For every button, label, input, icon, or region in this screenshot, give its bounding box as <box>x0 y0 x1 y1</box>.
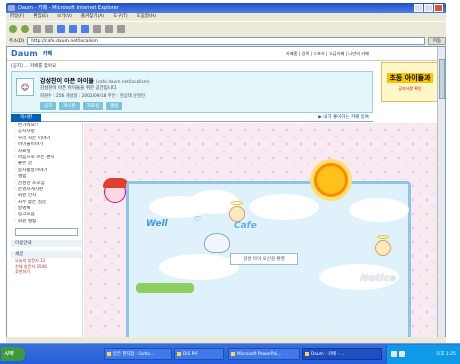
cafe-notice[interactable]: [공지] ... 카페를 찾아요 <box>11 63 341 70</box>
scrollbar-thumb[interactable] <box>439 59 445 99</box>
sun-character-image <box>314 163 348 197</box>
cafe-name: 감성찬이 아픈 아이들 <box>40 78 94 85</box>
daum-logo[interactable]: Daum <box>11 49 38 58</box>
angel-character-image <box>375 240 391 256</box>
network-icon[interactable] <box>391 351 397 357</box>
logo-well: Well <box>146 219 168 229</box>
web-page: Daum 카페 카페홈 | 검색 | 스포츠 | 고급카페 | 나만의 카페 [… <box>6 46 446 343</box>
sidebar-search-input[interactable] <box>15 228 78 237</box>
cafe-title[interactable]: 감성찬이 아픈 아이들 (cafe.daum.net/localism) <box>40 76 150 85</box>
angel-character-image <box>229 206 245 222</box>
cloud-image <box>349 198 409 222</box>
favorite-register-link[interactable]: ▶ 내가 좋아하는 카페 등록 <box>318 114 369 122</box>
board-menu-line: 게시판 ▶ 내가 좋아하는 카페 등록 <box>11 114 373 122</box>
sidebar-section-guide: 이용안내 <box>11 240 82 248</box>
favorites-icon[interactable] <box>81 24 89 33</box>
banner-line2: 공지사항 확인 <box>398 85 422 91</box>
menu-help[interactable]: 도움말(H) <box>137 13 156 21</box>
address-bar: 주소(D) http://cafe.daum.net/localism 이동 <box>6 35 446 46</box>
menu-favorites[interactable]: 즐겨찾기(A) <box>81 13 104 21</box>
taskbar-item[interactable]: Microsoft PowerPoi... <box>228 348 300 360</box>
system-tray: 오후 1:25 <box>386 345 460 364</box>
heart-icon: ♡ <box>194 215 202 224</box>
home-icon[interactable] <box>57 24 65 33</box>
kid-character-image <box>103 178 129 203</box>
address-input[interactable]: http://cafe.daum.net/localism <box>27 36 425 45</box>
cloud-image <box>249 194 319 220</box>
close-button[interactable] <box>434 4 443 12</box>
history-icon[interactable] <box>93 24 101 33</box>
volume-icon[interactable] <box>399 351 405 357</box>
ie-icon <box>8 5 15 11</box>
cafe-tabs: 공지 게시판 자료실 앨범 <box>40 102 123 110</box>
window-title: Daum - 카페 - Microsoft Internet Explorer <box>18 5 119 11</box>
minimize-button[interactable] <box>414 4 423 12</box>
tab-notice[interactable]: 공지 <box>40 102 57 110</box>
menubar: 파일(F) 편집(E) 보기(V) 즐겨찾기(A) 도구(T) 도움말(H) <box>6 13 446 21</box>
ad-banner[interactable]: 초등 아이들과 공지사항 확인 <box>381 62 439 102</box>
daum-logo-text: Daum <box>11 49 38 58</box>
taskbar: 시작 받은 편지함 - Outlo... DIS PIF Microsoft P… <box>0 343 460 364</box>
welcome-box: 감성 아이 오신걸 환영 <box>230 253 298 265</box>
logo-cafe: Cafe <box>234 221 257 231</box>
menu-edit[interactable]: 편집(E) <box>33 13 48 21</box>
bunny-character-image <box>204 233 230 253</box>
start-button[interactable]: 시작 <box>1 347 25 361</box>
cafe-avatar-icon: ☺ <box>16 78 34 96</box>
maximize-button[interactable] <box>424 4 433 12</box>
back-icon[interactable] <box>9 24 17 33</box>
cafe-header: ☺ 감성찬이 아픈 아이들 (cafe.daum.net/localism) 감… <box>11 71 373 113</box>
top-links[interactable]: 카페홈 | 검색 | 스포츠 | 고급카페 | 나만의 카페 <box>286 51 369 57</box>
tab-album[interactable]: 앨범 <box>106 102 123 110</box>
halo-icon <box>377 235 389 239</box>
halo-icon <box>231 201 243 205</box>
browser-toolbar <box>6 21 446 35</box>
notice-heading: Notice <box>360 273 397 284</box>
sidebar-item[interactable]: 회원 앨범 <box>11 219 82 225</box>
go-button[interactable]: 이동 <box>428 36 446 45</box>
menu-tools[interactable]: 도구(T) <box>113 13 128 21</box>
current-board-tab[interactable]: 게시판 <box>11 114 41 122</box>
cafe-subtitle: 감성찬이 아픈 아이들을 위한 공간입니다. <box>40 86 118 91</box>
search-icon[interactable] <box>69 24 77 33</box>
address-label: 주소(D) <box>9 38 25 44</box>
recommend-link[interactable]: 추천하기 <box>11 269 82 275</box>
cafe-stats: 회원수 : 256 개설일 : 2002/09/18 주인 : 현상태 운영진 <box>40 94 145 99</box>
daum-topbar: Daum 카페 카페홈 | 검색 | 스포츠 | 고급카페 | 나만의 카페 <box>7 47 439 61</box>
sidebar: 반가워요!! 공지사항 우리 사는 이야기 아이들이야기 자료실 마음으로 쓰는… <box>11 123 83 342</box>
screen: Daum - 카페 - Microsoft Internet Explorer … <box>0 0 460 364</box>
window-controls <box>414 4 443 12</box>
mail-icon[interactable] <box>105 24 113 33</box>
grass-image <box>136 283 194 293</box>
forward-icon[interactable] <box>21 24 29 33</box>
cloud-image <box>159 254 239 280</box>
taskbar-item[interactable]: 받은 편지함 - Outlo... <box>104 348 172 360</box>
window-titlebar[interactable]: Daum - 카페 - Microsoft Internet Explorer <box>6 3 446 13</box>
clock[interactable]: 오후 1:25 <box>436 352 456 357</box>
stop-icon[interactable] <box>33 24 41 33</box>
refresh-icon[interactable] <box>45 24 53 33</box>
cafe-main-area: Well ♡ Cafe 감성 아이 오신걸 환영 Notice <box>84 123 439 342</box>
menu-view[interactable]: 보기(V) <box>57 13 72 21</box>
banner-line1: 초등 아이들과 <box>387 72 433 83</box>
tab-files[interactable]: 자료실 <box>82 102 104 110</box>
menu-file[interactable]: 파일(F) <box>10 13 24 21</box>
taskbar-item[interactable]: DIS PIF <box>174 348 224 360</box>
vertical-scrollbar[interactable] <box>437 47 445 342</box>
tab-board[interactable]: 게시판 <box>59 102 80 110</box>
cafe-section-label[interactable]: 카페 <box>43 50 52 57</box>
taskbar-item-active[interactable]: Daum - 카페 - ... <box>302 348 382 360</box>
print-icon[interactable] <box>117 24 125 33</box>
